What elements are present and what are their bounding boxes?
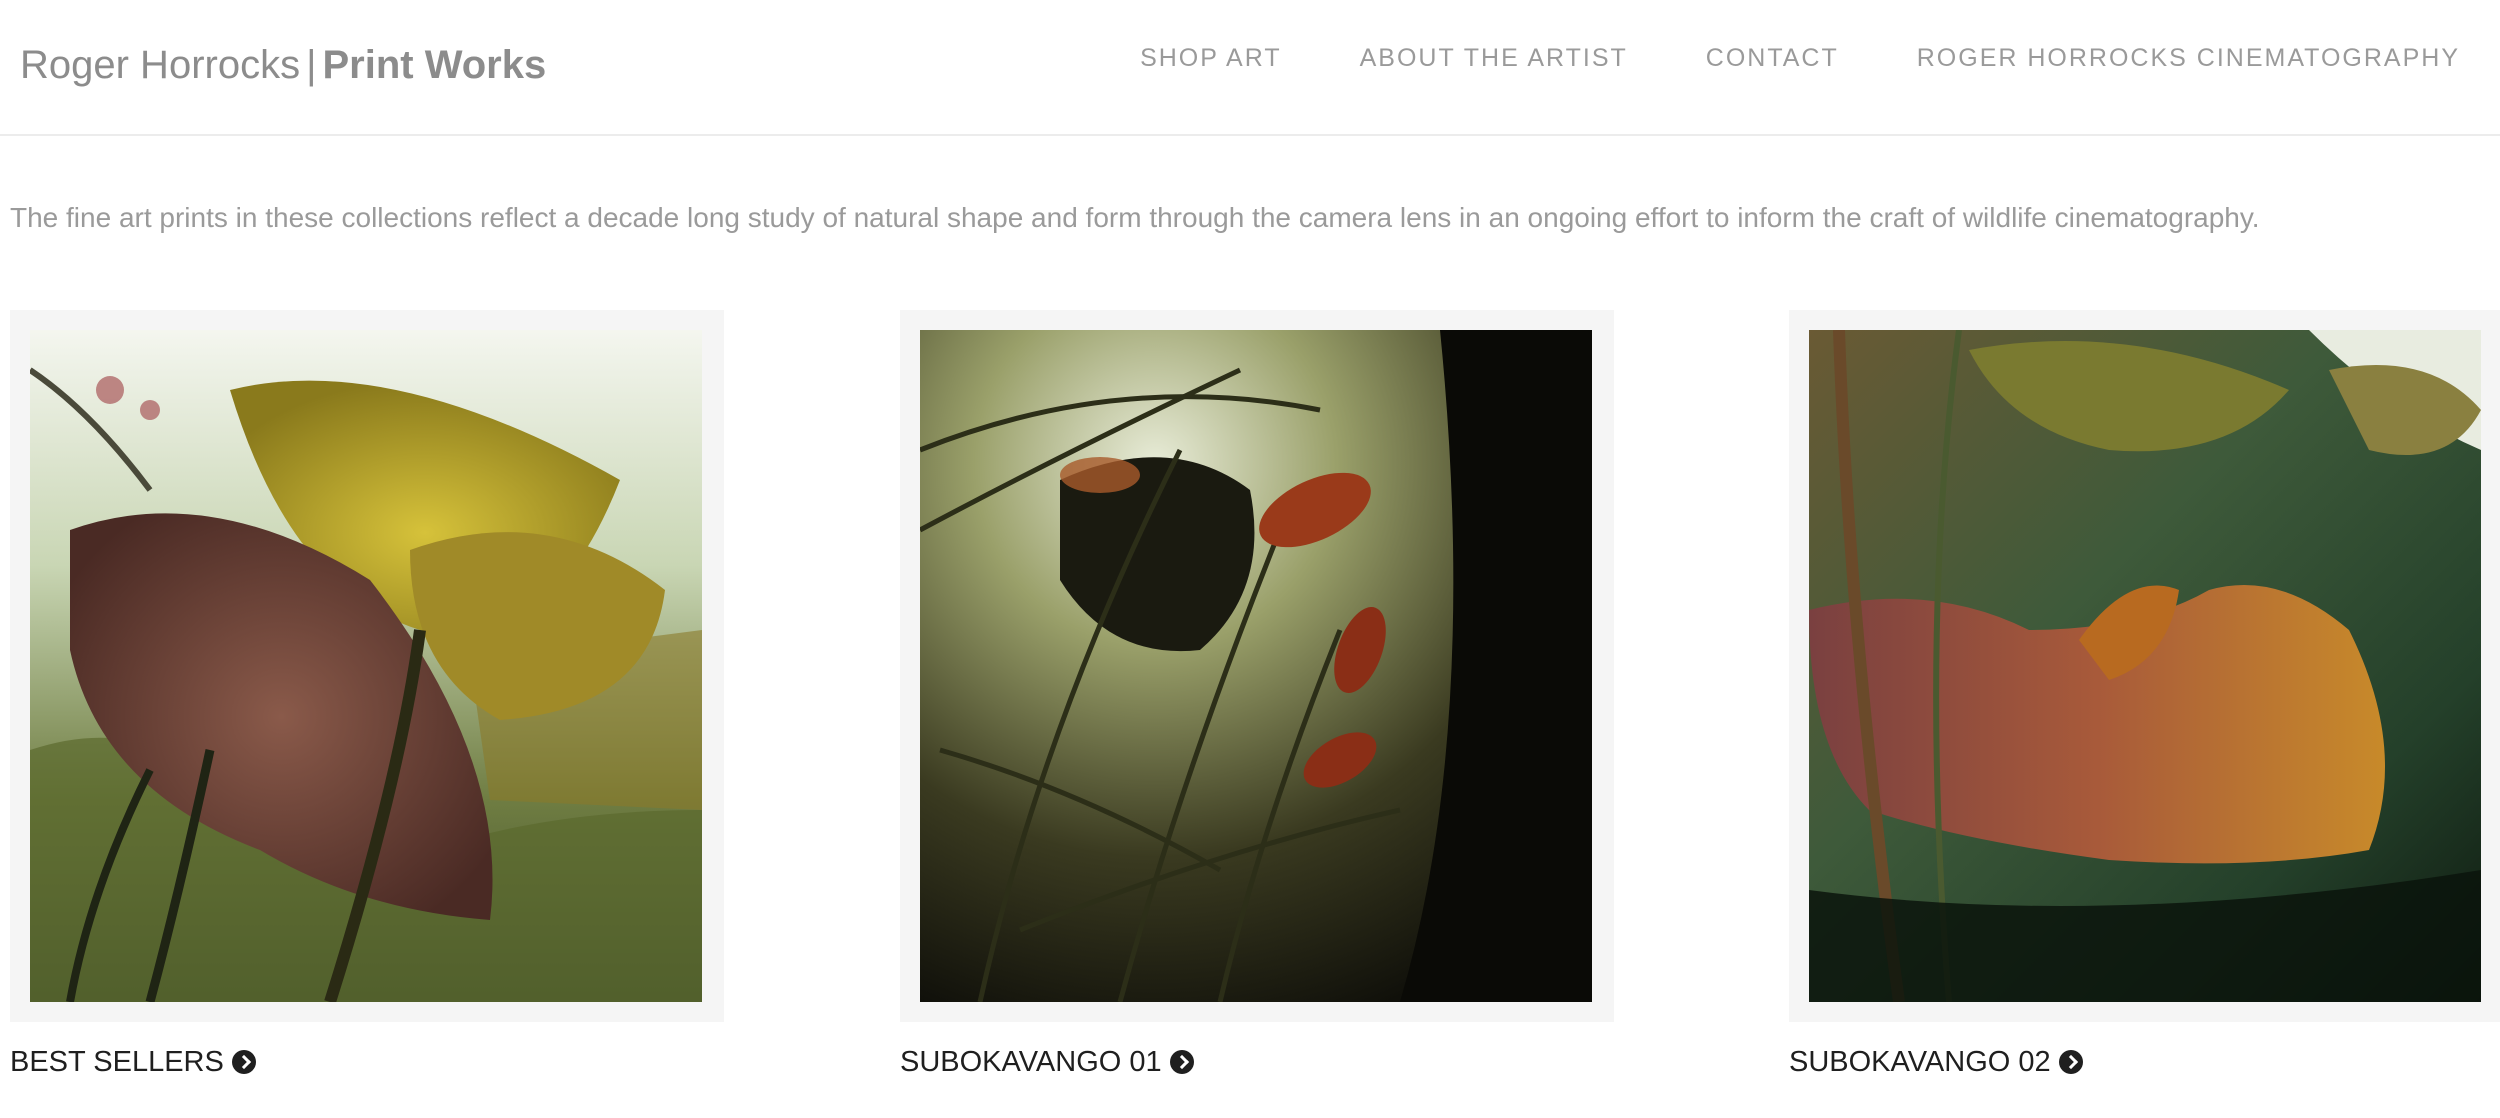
collection-title: BEST SELLERS [10, 1046, 224, 1078]
collection-photo-curled-leaf [1809, 330, 2481, 1002]
nav-shop-art[interactable]: SHOP ART [1140, 42, 1282, 74]
logo-product: Print Works [322, 43, 547, 87]
collection-link-subokavango-02[interactable]: SUBOKAVANGO 02 [1789, 1044, 2500, 1080]
logo-separator: | [306, 43, 317, 87]
collection-title: SUBOKAVANGO 02 [1789, 1046, 2051, 1078]
intro-text: The fine art prints in these collections… [10, 202, 2260, 233]
logo-name: Roger Horrocks [20, 43, 301, 87]
site-logo[interactable]: Roger Horrocks | Print Works [20, 40, 546, 90]
site-header: Roger Horrocks | Print Works SHOP ART ABOU… [0, 0, 2500, 136]
collection-title: SUBOKAVANGO 01 [900, 1046, 1162, 1078]
collection-card-best-sellers: BEST SELLERS [10, 310, 724, 1080]
nav-about-the-artist[interactable]: ABOUT THE ARTIST [1360, 42, 1628, 74]
main-nav: SHOP ART ABOUT THE ARTIST CONTACT ROGER … [1062, 42, 2460, 74]
nav-cinematography[interactable]: ROGER HORROCKS CINEMATOGRAPHY [1917, 42, 2460, 74]
collection-link-best-sellers[interactable]: BEST SELLERS [10, 1044, 724, 1080]
collection-card-subokavango-01: SUBOKAVANGO 01 [900, 310, 1614, 1080]
chevron-circle-right-icon [1169, 1050, 1194, 1074]
collection-photo-underwater-reeds [920, 330, 1592, 1002]
collection-link-subokavango-01[interactable]: SUBOKAVANGO 01 [900, 1044, 1614, 1080]
collection-photo-lily-pads [30, 330, 702, 1002]
nav-contact[interactable]: CONTACT [1706, 42, 1839, 74]
collection-card-subokavango-02: SUBOKAVANGO 02 [1789, 310, 2500, 1080]
chevron-circle-right-icon [231, 1050, 256, 1074]
collection-image-link[interactable] [900, 310, 1614, 1022]
collection-image-link[interactable] [1789, 310, 2500, 1022]
chevron-circle-right-icon [2058, 1050, 2083, 1074]
collection-image-link[interactable] [10, 310, 724, 1022]
